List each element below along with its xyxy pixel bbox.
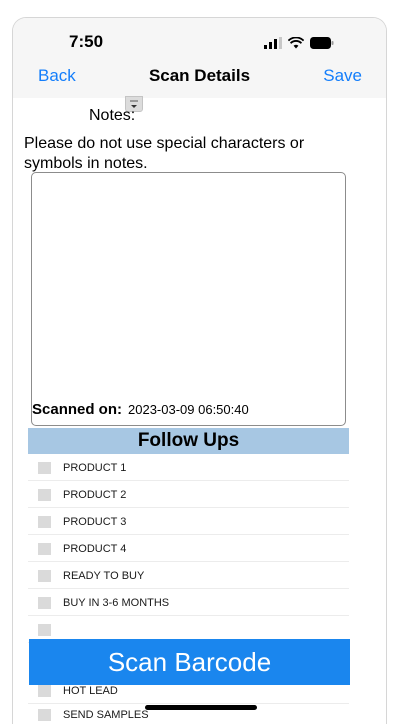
home-indicator[interactable]: [145, 705, 257, 710]
notes-label: Notes:: [89, 107, 136, 124]
followup-label: PRODUCT 1: [63, 461, 127, 474]
notes-help-text: Please do not use special characters or …: [24, 135, 305, 172]
followup-item-product-2[interactable]: PRODUCT 2: [28, 482, 349, 508]
header: 7:50 Back Scan Details Save: [13, 18, 386, 98]
checkbox[interactable]: [38, 596, 51, 609]
followup-label: BUY IN 3-6 MONTHS: [63, 596, 170, 609]
followup-label: PRODUCT 2: [63, 488, 127, 501]
followups-header: Follow Ups: [28, 428, 349, 454]
followup-item-product-3[interactable]: PRODUCT 3: [28, 509, 349, 535]
checkbox[interactable]: [38, 569, 51, 582]
checkbox[interactable]: [38, 515, 51, 528]
notes-textarea[interactable]: [31, 172, 346, 426]
followup-label: READY TO BUY: [63, 569, 145, 582]
battery-icon: [310, 37, 334, 49]
save-button[interactable]: Save: [323, 66, 362, 86]
followup-item-ready-to-buy[interactable]: READY TO BUY: [28, 563, 349, 589]
scan-barcode-button[interactable]: Scan Barcode: [29, 639, 350, 685]
checkbox[interactable]: [38, 684, 51, 697]
nav-bar: Back Scan Details Save: [13, 66, 386, 90]
phone-screen: 7:50 Back Scan Details Save Notes: Pleas…: [12, 17, 387, 724]
followup-label: PRODUCT 4: [63, 542, 127, 555]
followup-label: SEND SAMPLES: [63, 708, 149, 721]
wifi-icon: [288, 37, 304, 49]
checkbox[interactable]: [38, 488, 51, 501]
followup-item-product-4[interactable]: PRODUCT 4: [28, 536, 349, 562]
followup-label: PRODUCT 3: [63, 515, 127, 528]
checkbox[interactable]: [38, 461, 51, 474]
signal-icon: [264, 37, 282, 49]
checkbox[interactable]: [38, 542, 51, 555]
status-icons: [264, 35, 334, 49]
scanned-on-label: Scanned on:: [32, 401, 123, 418]
followup-item-product-1[interactable]: PRODUCT 1: [28, 455, 349, 481]
scanned-on-value: 2023-03-09 06:50:40: [128, 402, 249, 417]
followup-item-buy-in-3-6-months[interactable]: BUY IN 3-6 MONTHS: [28, 590, 349, 616]
checkbox[interactable]: [38, 623, 51, 636]
checkbox[interactable]: [38, 708, 51, 721]
followup-label: HOT LEAD: [63, 684, 118, 697]
status-time: 7:50: [69, 32, 104, 51]
